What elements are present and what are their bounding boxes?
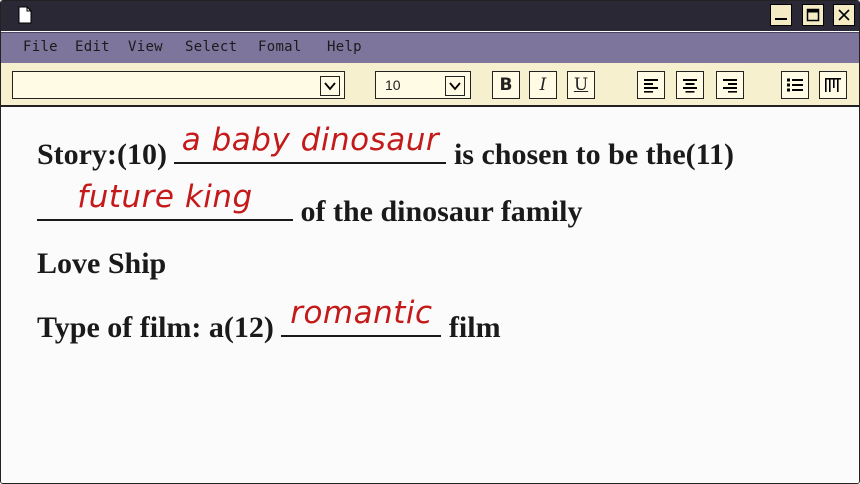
- align-center-icon: [683, 79, 697, 93]
- columns-button[interactable]: [819, 71, 847, 99]
- format-toolbar: 10 B I U: [1, 63, 859, 107]
- answer-10: a baby dinosaur: [181, 122, 440, 158]
- answer-11: future king: [77, 179, 253, 215]
- line1-suffix: is chosen to be the(11): [453, 138, 734, 171]
- line3-text: Love Ship: [37, 247, 167, 280]
- document-line-3: Love Ship: [37, 247, 166, 281]
- italic-label: I: [539, 75, 547, 95]
- line4-prefix: Type of film: a(12): [37, 311, 274, 344]
- menu-format[interactable]: Fomal: [258, 39, 302, 55]
- underline-label: U: [573, 75, 589, 95]
- font-size-value: 10: [385, 77, 401, 93]
- font-size-select[interactable]: 10: [375, 71, 471, 99]
- menu-file[interactable]: File: [23, 39, 58, 55]
- font-family-select[interactable]: [12, 71, 345, 99]
- align-center-button[interactable]: [676, 71, 704, 99]
- bullet-list-button[interactable]: [781, 71, 809, 99]
- underline-button[interactable]: U: [567, 71, 595, 99]
- columns-icon: [825, 78, 841, 92]
- italic-button[interactable]: I: [529, 71, 557, 99]
- chevron-down-icon: [324, 82, 336, 91]
- font-family-dropdown-button[interactable]: [320, 76, 340, 96]
- close-icon: [838, 9, 850, 21]
- align-right-button[interactable]: [716, 71, 744, 99]
- line4-suffix: film: [448, 311, 501, 344]
- close-button[interactable]: [833, 4, 855, 26]
- align-left-icon: [644, 79, 658, 93]
- maximize-icon: [806, 8, 820, 22]
- menu-view[interactable]: View: [128, 39, 163, 55]
- title-bar: [1, 1, 859, 31]
- font-size-dropdown-button[interactable]: [445, 76, 465, 96]
- align-left-button[interactable]: [637, 71, 665, 99]
- document-area[interactable]: Story:(10) a baby dinosaur is chosen to …: [1, 107, 859, 483]
- bold-label: B: [499, 75, 513, 95]
- menu-help[interactable]: Help: [327, 39, 362, 55]
- bold-button[interactable]: B: [492, 71, 520, 99]
- minimize-icon: [775, 18, 787, 20]
- document-line-4: Type of film: a(12) romantic film: [37, 295, 501, 345]
- answer-blank-11[interactable]: future king: [37, 179, 293, 221]
- bullet-list-icon: [787, 78, 803, 92]
- chevron-down-icon: [449, 82, 461, 91]
- answer-blank-12[interactable]: romantic: [281, 295, 442, 337]
- document-icon: [18, 6, 32, 24]
- maximize-button[interactable]: [802, 4, 824, 26]
- menu-select[interactable]: Select: [185, 39, 237, 55]
- menu-edit[interactable]: Edit: [75, 39, 110, 55]
- app-window: File Edit View Select Fomal Help 10 B I …: [0, 0, 860, 484]
- answer-12: romantic: [290, 295, 433, 331]
- menu-bar: File Edit View Select Fomal Help: [1, 32, 859, 64]
- line1-prefix: Story:(10): [37, 138, 167, 171]
- answer-blank-10[interactable]: a baby dinosaur: [174, 122, 447, 164]
- line2-suffix: of the dinosaur family: [300, 195, 583, 228]
- document-line-1: Story:(10) a baby dinosaur is chosen to …: [37, 122, 734, 172]
- minimize-button[interactable]: [770, 4, 792, 26]
- document-line-2: future king of the dinosaur family: [37, 179, 583, 229]
- align-right-icon: [723, 79, 737, 93]
